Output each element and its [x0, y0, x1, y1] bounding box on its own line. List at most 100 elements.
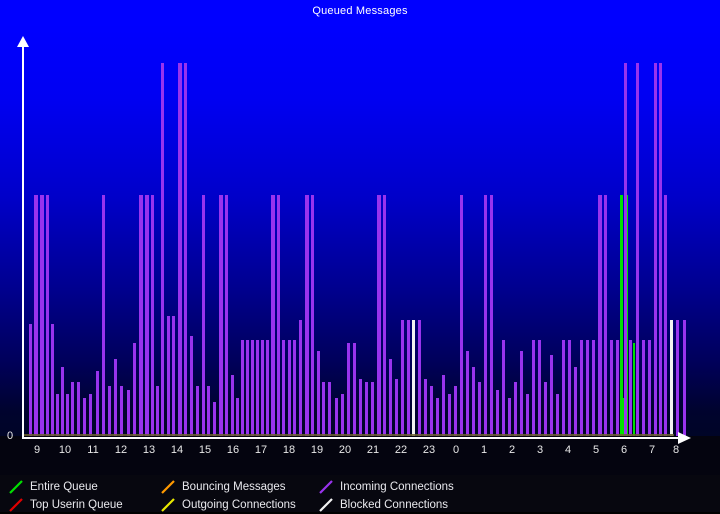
series-bar	[190, 335, 193, 436]
x-axis-tick-label: 21	[366, 444, 380, 456]
y-axis	[22, 44, 24, 438]
title-band: Queued Messages	[0, 0, 720, 24]
series-bar	[89, 394, 92, 436]
series-bar	[670, 320, 673, 436]
x-axis-tick-label: 3	[536, 444, 544, 456]
series-bar	[96, 370, 99, 436]
series-bar	[71, 382, 74, 436]
series-bar	[133, 343, 136, 436]
legend-item-label: Incoming Connections	[340, 481, 454, 493]
x-axis-tick-label: 9	[33, 444, 41, 456]
series-bar	[550, 355, 553, 436]
series-bar	[83, 398, 86, 436]
series-bar	[490, 195, 493, 436]
series-bar	[654, 62, 657, 436]
series-bar	[102, 195, 105, 436]
series-bar	[592, 339, 595, 436]
x-axis-tick-label: 23	[422, 444, 436, 456]
x-axis-tick-label: 6	[620, 444, 628, 456]
series-bar	[236, 398, 239, 436]
series-bar	[56, 394, 59, 436]
series-bar	[231, 374, 234, 436]
chart-legend: Entire Queue Top Userin Queue Bouncing Mes…	[0, 475, 720, 512]
series-bar	[40, 195, 44, 436]
series-bar	[424, 378, 427, 436]
x-axis-tick-label: 4	[564, 444, 572, 456]
x-axis-tick-label: 20	[338, 444, 352, 456]
x-axis-tick-label: 7	[648, 444, 656, 456]
series-bar	[288, 339, 291, 436]
series-bar	[353, 343, 356, 436]
x-axis-tick-label: 19	[310, 444, 324, 456]
x-axis-tick-label: 15	[198, 444, 212, 456]
x-axis-tick-label: 8	[672, 444, 680, 456]
series-bar	[454, 386, 457, 436]
legend-color-swatch-icon	[318, 479, 334, 495]
x-axis-tick-label: 13	[142, 444, 156, 456]
series-bar	[46, 195, 49, 436]
series-bar	[604, 195, 607, 436]
series-bar	[282, 339, 285, 436]
x-axis-tick-label: 22	[394, 444, 408, 456]
series-bar	[412, 320, 415, 436]
series-bar	[377, 195, 381, 436]
series-bar	[246, 339, 249, 436]
series-bar	[514, 382, 517, 436]
series-bar	[256, 339, 259, 436]
legend-item-label: Entire Queue	[30, 481, 98, 493]
series-bar	[29, 323, 32, 436]
series-bar	[478, 382, 481, 436]
series-bar	[271, 195, 275, 436]
legend-color-swatch-icon	[8, 479, 24, 495]
series-bar	[365, 382, 368, 436]
series-bar	[207, 386, 210, 436]
series-bar	[172, 316, 175, 436]
series-bar	[51, 323, 54, 436]
series-bar	[502, 339, 505, 436]
plot-series-area	[0, 24, 720, 436]
legend-color-swatch-icon	[318, 497, 334, 513]
series-bar	[508, 398, 511, 436]
series-bar	[436, 398, 439, 436]
series-bar	[108, 386, 111, 436]
series-bar	[574, 366, 577, 436]
legend-color-swatch-icon	[160, 497, 176, 513]
series-bar	[648, 339, 651, 436]
series-bar	[156, 386, 159, 436]
series-bar	[219, 195, 223, 436]
series-bar	[139, 195, 143, 436]
series-bar	[664, 195, 667, 436]
series-bar	[556, 394, 559, 436]
series-bar	[659, 62, 662, 436]
series-bar	[251, 339, 254, 436]
series-bar	[460, 195, 463, 436]
series-bar	[335, 398, 338, 436]
y-axis-arrow-icon	[17, 36, 29, 47]
plot-panel	[0, 24, 720, 436]
series-bar	[484, 195, 487, 436]
series-bar	[633, 343, 635, 436]
series-bar	[225, 195, 228, 436]
series-bar	[448, 394, 451, 436]
series-bar	[328, 382, 331, 436]
series-bar	[526, 394, 529, 436]
series-bar	[341, 394, 344, 436]
series-bar	[178, 62, 182, 436]
x-axis-baseline-tint	[24, 434, 674, 436]
x-axis-tick-label: 18	[282, 444, 296, 456]
series-bar	[407, 320, 410, 436]
series-bar	[610, 339, 613, 436]
x-axis-tick-label: 5	[592, 444, 600, 456]
series-bar	[616, 339, 619, 436]
series-bar	[532, 339, 535, 436]
series-bar	[196, 386, 199, 436]
series-bar	[359, 378, 362, 436]
series-bar	[562, 339, 565, 436]
chart-app: Queued Messages 0 9 10 11 12 13 14 15 16 17 18 19 2…	[0, 0, 720, 512]
series-bar	[383, 195, 386, 436]
series-bar	[61, 366, 64, 436]
series-bar	[277, 195, 280, 436]
series-bar	[34, 195, 38, 436]
series-bar	[586, 339, 589, 436]
series-bar	[442, 374, 445, 436]
